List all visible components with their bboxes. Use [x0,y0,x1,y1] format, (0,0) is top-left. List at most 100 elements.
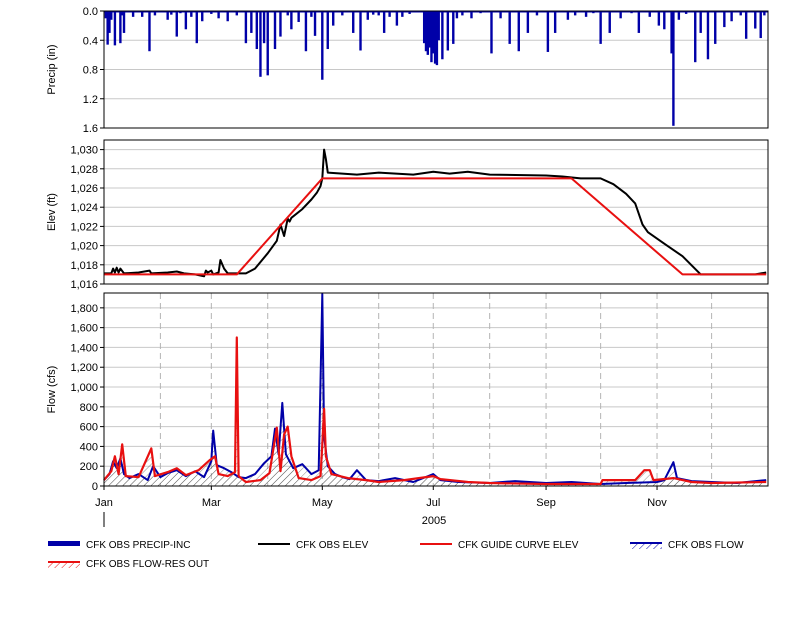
elev-ylabel: Elev (ft) [46,193,58,231]
precip-bar [226,11,229,22]
legend-item: CFK GUIDE CURVE ELEV [420,540,579,551]
precip-bar [395,11,399,26]
precip-bar [657,11,661,26]
precip-bar [273,11,277,50]
precip-bar [304,11,308,52]
elev-ytick-label: 1,030 [70,145,98,157]
precip-bar [759,11,762,39]
precip-bar [437,11,440,41]
flow-ytick-label: 1,400 [70,342,98,354]
precip-bar [730,11,733,22]
elev-ytick-label: 1,020 [70,241,98,253]
precip-bar [279,11,282,37]
flow-ylabel: Flow (cfs) [46,366,58,414]
flow-ytick-label: 600 [80,422,98,434]
legend-label: CFK GUIDE CURVE ELEV [458,540,579,551]
precip-bar [332,11,335,26]
precip-bar [714,11,717,44]
precip-bar [754,11,757,29]
x-tick-label: May [312,497,333,509]
precip-bar [672,11,675,126]
precip-bar [262,11,266,44]
elev-ytick-label: 1,028 [70,164,98,176]
legend-item: CFK OBS PRECIP-INC [48,540,190,551]
elev-ytick-label: 1,026 [70,183,98,195]
elev-ytick-label: 1,016 [70,279,98,291]
precip-bar [706,11,710,60]
legend-item: CFK OBS FLOW-RES OUT [48,559,209,570]
precip-ytick-label: 1.6 [83,123,98,135]
flow-ytick-label: 1,200 [70,362,98,374]
precip-ytick-label: 0.8 [83,65,98,77]
precip-bar [119,11,122,44]
x-tick-label: Sep [536,497,556,509]
flow-ytick-label: 200 [80,461,98,473]
precip-bar [250,11,253,33]
x-tick-label: Nov [647,497,667,509]
precip-bar [266,11,269,76]
precip-bar [441,11,444,60]
legend-swatch [48,541,80,546]
precip-bar [297,11,300,22]
elev-panel: 1,016 1,018 1,020 1,022 1,024 1,026 1,028 1,030… [46,139,769,291]
precip-bar [490,11,493,54]
legend-label: CFK OBS PRECIP-INC [86,540,190,551]
precip-bar [637,11,641,33]
precip-bar [352,11,355,33]
precip-ytick-label: 0.4 [83,35,98,47]
hydrograph-svg: 0.0 0.4 0.8 1.2 1.6 Precip (in) 1,016 1,018 1,02… [46,6,769,570]
legend-label: CFK OBS ELEV [296,540,369,551]
precip-bar [326,11,329,50]
legend-label: CFK OBS FLOW-RES OUT [86,559,209,570]
x-tick-label: Jan [95,497,113,509]
precip-bar [553,11,557,33]
precip-bar [599,11,602,44]
flow-ytick-label: 1,800 [70,303,98,315]
x-axis-year-label: 2005 [422,515,446,527]
x-tick-label: Mar [202,497,221,509]
precip-bar [446,11,450,51]
flow-ytick-label: 0 [92,481,98,493]
precip-bar [508,11,511,44]
precip-bar [382,11,386,33]
precip-ytick-label: 0.0 [83,6,98,18]
elev-ytick-label: 1,018 [70,260,98,272]
precip-bar [608,11,611,33]
precip-bar [321,11,324,80]
precip-bar [452,11,455,44]
flow-ytick-label: 400 [80,441,98,453]
flow-plot-area [104,293,768,486]
flow-ytick-label: 1,000 [70,382,98,394]
precip-bar [148,11,151,52]
precip-bar [184,11,188,30]
precip-bar [723,11,726,28]
precip-bar [255,11,259,50]
precip-ytick-label: 1.2 [83,94,98,106]
precip-bar [259,11,262,77]
legend: CFK OBS PRECIP-INC CFK OBS ELEV CFK GUIDE … [48,540,744,570]
precip-bar [313,11,317,36]
legend-item: CFK OBS FLOW [630,540,744,551]
precip-bar [359,11,362,51]
precip-bar [195,11,198,44]
precip-bar [122,11,126,33]
flow-ytick-label: 800 [80,402,98,414]
precip-bar [175,11,178,37]
precip-bar [526,11,530,33]
precip-bar [663,11,666,30]
precip-bar [201,11,204,22]
legend-item: CFK OBS ELEV [258,540,369,551]
precip-bar [744,11,748,39]
precip-bar [113,11,117,46]
legend-label: CFK OBS FLOW [668,540,744,551]
elev-ytick-label: 1,022 [70,221,98,233]
precip-bar [517,11,520,52]
precip-bar [290,11,293,30]
precip-bar [546,11,550,52]
x-tick-label: Jul [426,497,440,509]
precip-bar [694,11,697,63]
precip-ylabel: Precip (in) [46,44,58,94]
precip-bar [699,11,702,33]
elev-ytick-label: 1,024 [70,202,98,214]
flow-panel: 0 200 400 600 800 1,000 1,200 1,400 1,600 1,800 Fl… [46,292,769,527]
